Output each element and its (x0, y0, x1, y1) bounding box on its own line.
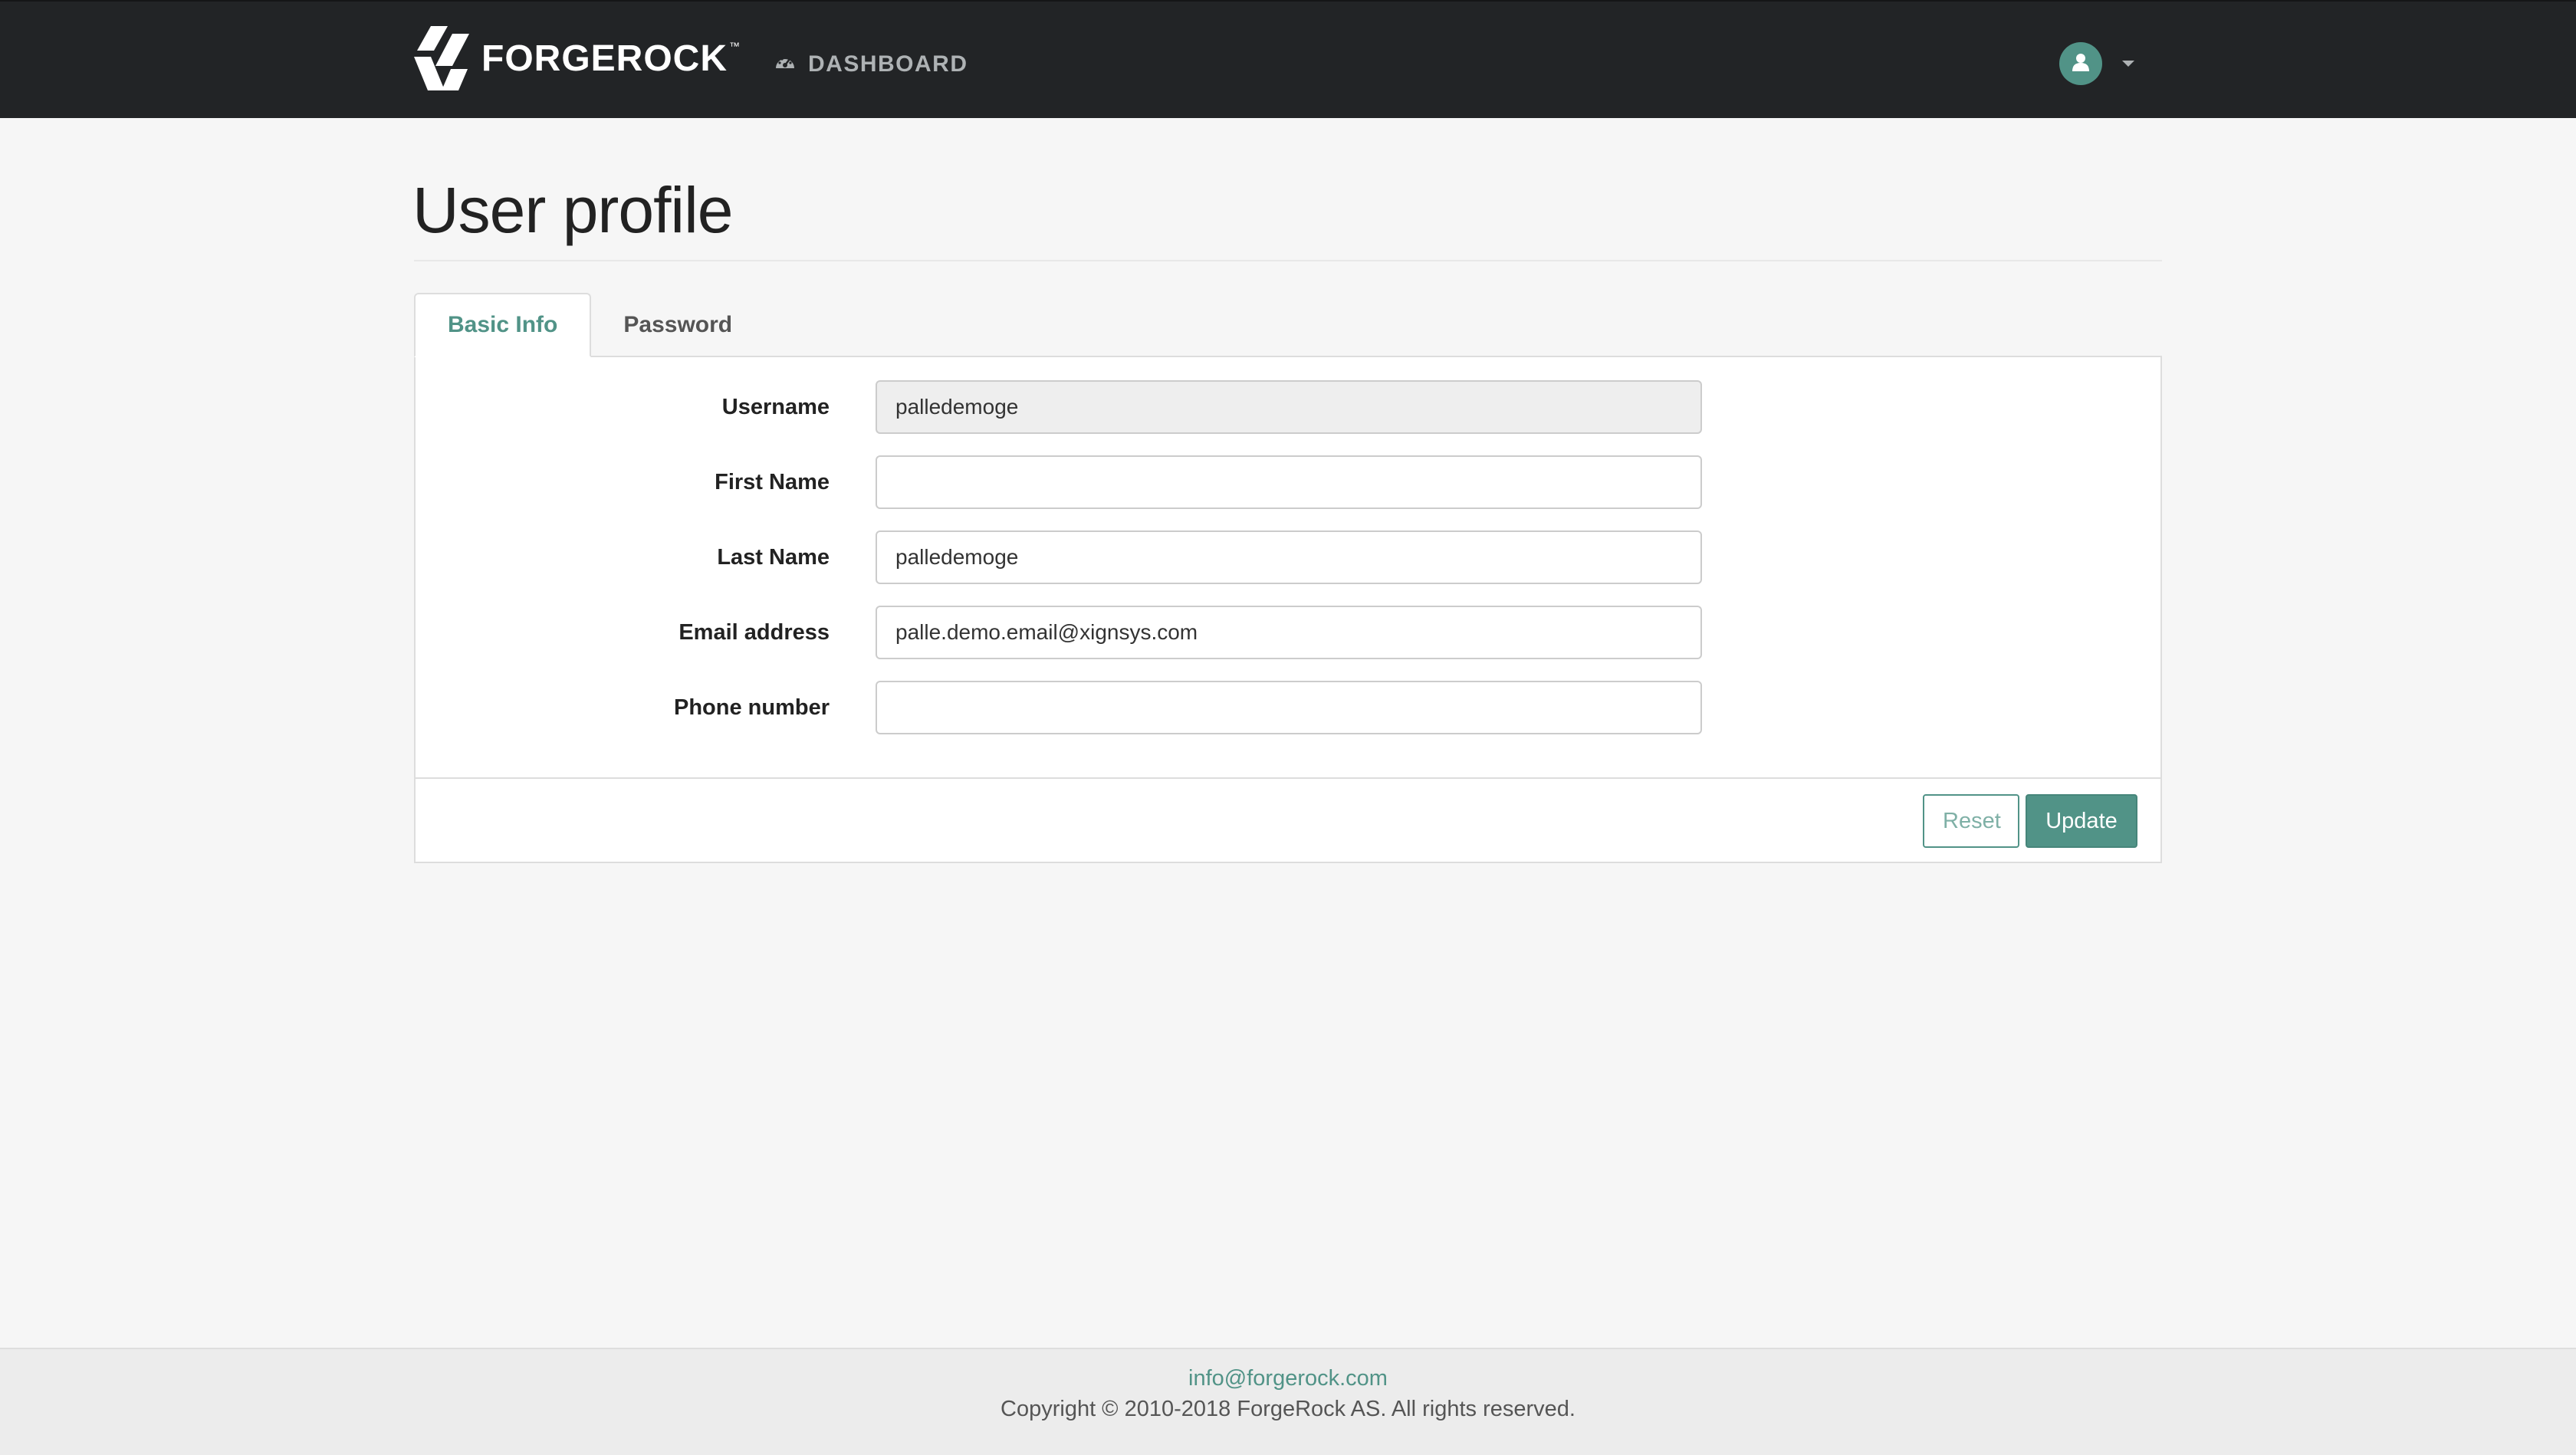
top-navbar: FORGEROCK ™ DASHBOARD (0, 0, 2576, 118)
reset-button[interactable]: Reset (1923, 794, 2019, 848)
last-name-field[interactable] (876, 530, 1702, 584)
phone-field[interactable] (876, 681, 1702, 734)
first-name-label: First Name (715, 470, 830, 494)
panel-footer: Reset Update (416, 777, 2160, 862)
avatar (2059, 42, 2102, 85)
email-field[interactable] (876, 606, 1702, 659)
form-row-username: Username (416, 380, 2160, 434)
form-row-phone: Phone number (416, 681, 2160, 734)
brand-name: FORGEROCK (481, 38, 728, 79)
page-title: User profile (412, 174, 733, 246)
page-footer: info@forgerock.com Copyright © 2010-2018… (0, 1348, 2576, 1455)
tab-basic-info[interactable]: Basic Info (414, 293, 592, 357)
email-label: Email address (678, 620, 830, 645)
title-divider (414, 260, 2162, 261)
phone-label: Phone number (673, 695, 830, 720)
caret-down-icon (2122, 61, 2134, 67)
nav-dashboard-label: DASHBOARD (808, 51, 968, 77)
user-icon (2072, 53, 2089, 75)
forgerock-logo-icon (414, 26, 472, 90)
tab-password[interactable]: Password (591, 293, 764, 357)
dashboard-gauge-icon (774, 51, 808, 77)
update-button[interactable]: Update (2026, 794, 2137, 848)
forgerock-logo[interactable]: FORGEROCK ™ (414, 25, 740, 92)
form-row-last-name: Last Name (416, 530, 2160, 584)
brand-trademark: ™ (729, 40, 740, 52)
form-row-first-name: First Name (416, 455, 2160, 509)
footer-email-link[interactable]: info@forgerock.com (0, 1366, 2576, 1391)
last-name-label: Last Name (717, 545, 830, 570)
first-name-field[interactable] (876, 455, 1702, 509)
form-row-email: Email address (416, 606, 2160, 659)
username-label: Username (721, 395, 830, 419)
footer-copyright: Copyright © 2010-2018 ForgeRock AS. All … (1001, 1397, 1576, 1421)
basic-info-panel: Username First Name Last Name Email addr… (414, 356, 2162, 863)
user-menu-toggle[interactable] (2059, 41, 2134, 86)
username-field[interactable] (876, 380, 1702, 434)
profile-tabs: Basic Info Password (414, 293, 764, 357)
nav-dashboard-link[interactable]: DASHBOARD (774, 46, 968, 83)
